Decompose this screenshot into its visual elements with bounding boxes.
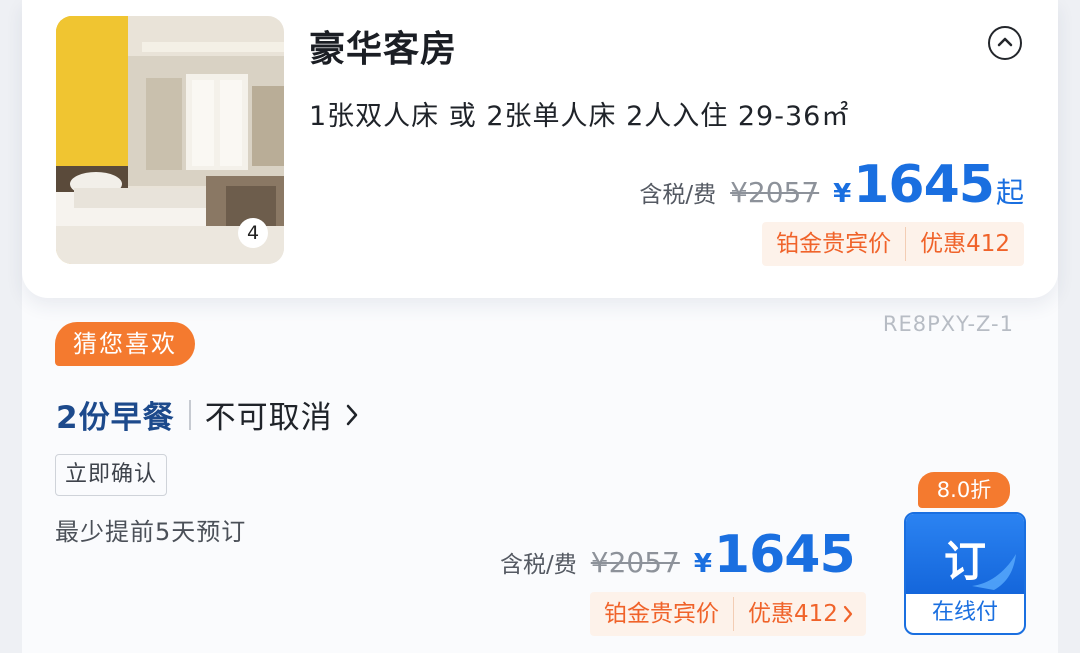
room-card[interactable]: 4 豪华客房 1张双人床 或 2张单人床 2人入住 29-36㎡ 含税/费 ¥2… (22, 0, 1058, 298)
instant-confirm-tag: 立即确认 (55, 454, 168, 496)
chevron-right-icon (843, 605, 853, 623)
rate-price-row: 含税/费 ¥2057 ¥ 1645 (500, 525, 856, 585)
currency-symbol: ¥ (833, 179, 852, 209)
current-price: 1645 (853, 155, 995, 215)
discount-amount: 优惠412 (920, 231, 1010, 257)
original-price: ¥2057 (730, 176, 820, 209)
tax-label: 含税/费 (500, 552, 577, 578)
room-specs: 1张双人床 或 2张单人床 2人入住 29-36㎡ (309, 101, 850, 132)
rate-promo-box[interactable]: 铂金贵宾价 优惠412 (590, 592, 866, 636)
room-price-row: 含税/费 ¥2057 ¥ 1645 起 (639, 155, 1024, 215)
book-button-label: 订 (943, 537, 986, 586)
current-price: 1645 (713, 525, 856, 585)
currency-symbol: ¥ (693, 549, 712, 579)
cancel-policy-label: 不可取消 (204, 400, 333, 436)
room-promo-box: 铂金贵宾价 优惠412 (762, 222, 1024, 266)
original-price: ¥2057 (590, 546, 680, 579)
photo-count-badge: 4 (238, 218, 268, 248)
pay-online-label: 在线付 (931, 600, 998, 625)
collapse-button[interactable] (988, 26, 1022, 60)
rate-policy-line[interactable]: 2份早餐 不可取消 (56, 392, 359, 437)
member-price-label: 铂金贵宾价 (776, 231, 892, 257)
policy-divider (188, 399, 191, 430)
book-button[interactable]: 订 在线付 (904, 512, 1026, 635)
discount-badge: 8.0折 (918, 472, 1010, 508)
discount-amount: 优惠412 (748, 601, 838, 627)
chevron-up-icon (997, 37, 1013, 47)
room-photo[interactable]: 4 (56, 16, 284, 264)
recommend-tag: 猜您喜欢 (55, 322, 195, 366)
advance-booking-note: 最少提前5天预订 (55, 518, 247, 546)
breakfast-label: 2份早餐 (56, 400, 175, 436)
tax-label: 含税/费 (639, 182, 717, 208)
rate-code: RE8PXY-Z-1 (882, 312, 1014, 336)
room-title: 豪华客房 (309, 29, 458, 70)
member-price-label: 铂金贵宾价 (604, 601, 719, 627)
chevron-right-icon (346, 404, 357, 425)
price-from-label: 起 (995, 176, 1024, 209)
